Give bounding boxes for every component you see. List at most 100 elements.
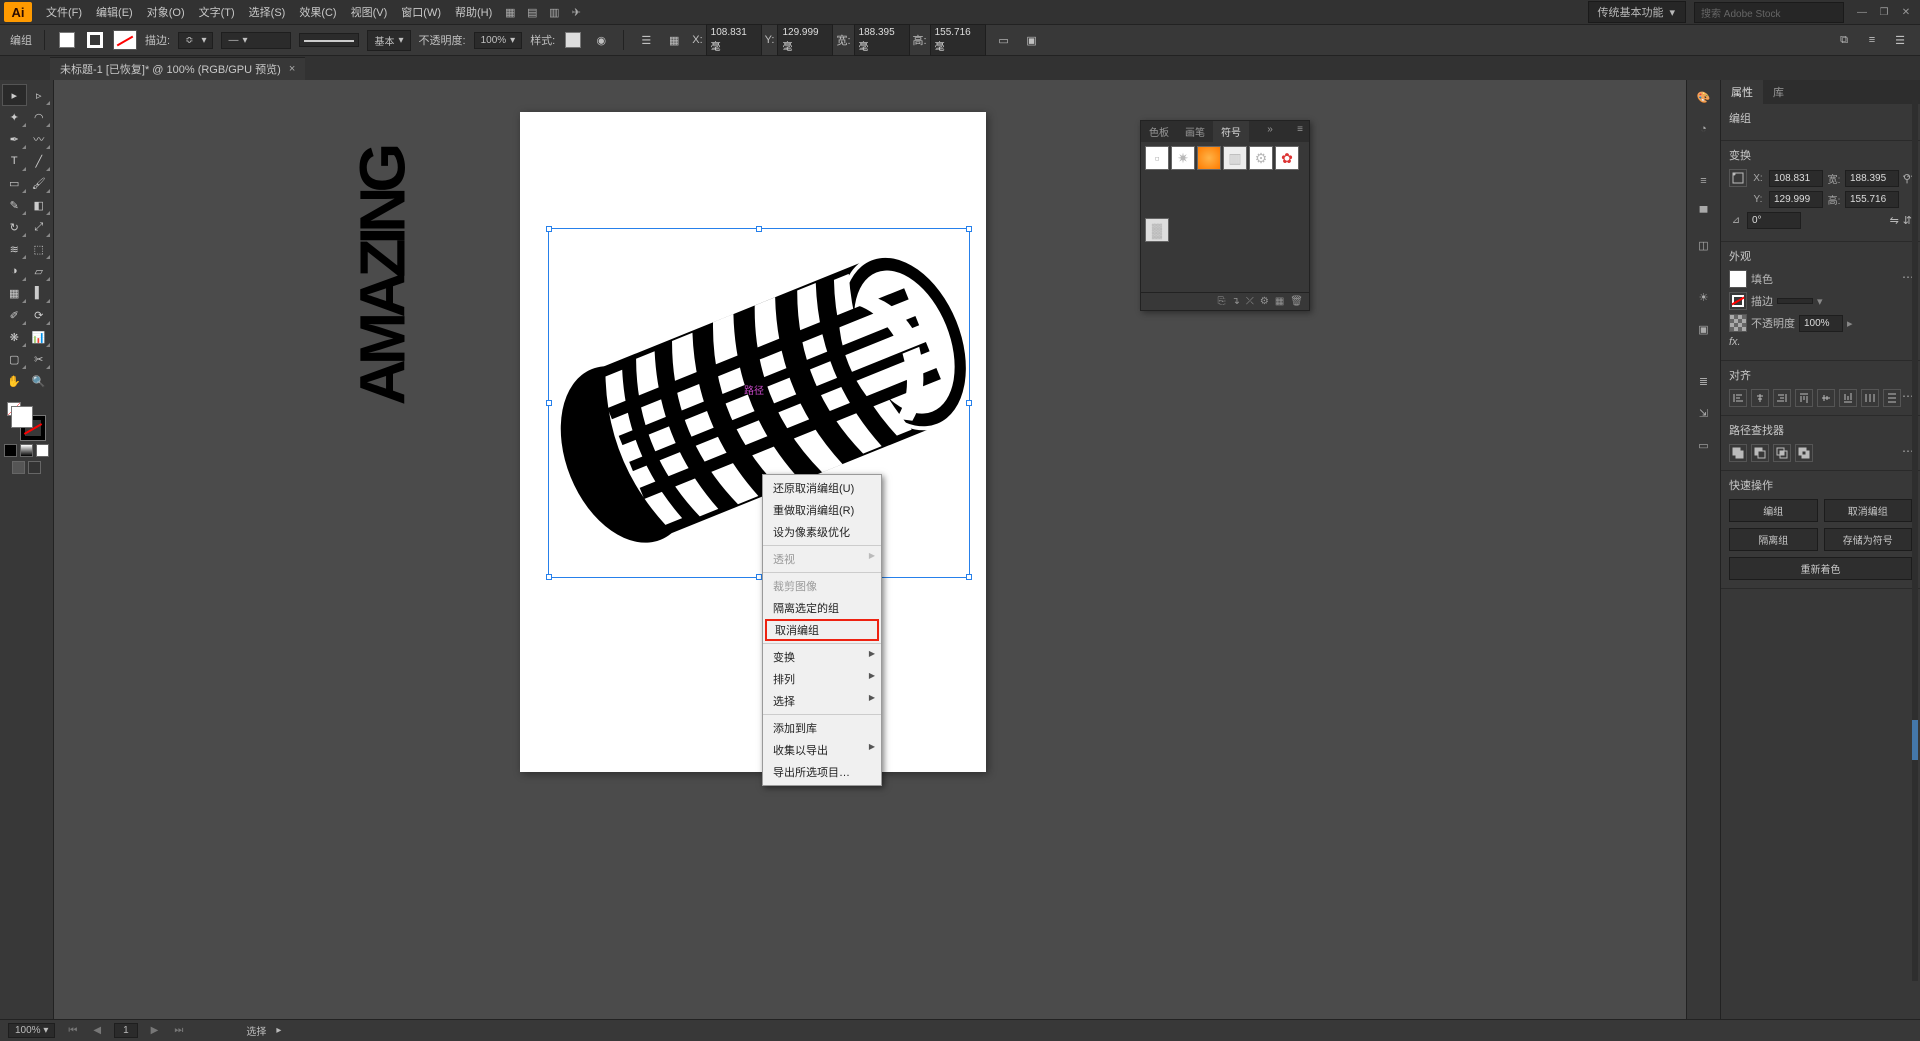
eyedropper-tool[interactable]: ✐ [2, 304, 27, 326]
opacity-icon[interactable] [1729, 314, 1747, 332]
break-link-icon[interactable]: ⤫ [1246, 296, 1254, 307]
dock-graphic-styles-icon[interactable]: ▣ [1693, 318, 1715, 340]
stroke-weight-field[interactable] [1777, 298, 1813, 304]
brush-preset[interactable]: 基本▾ [367, 30, 410, 51]
align-right-icon[interactable] [1773, 389, 1791, 407]
dock-asset-export-icon[interactable]: ⇲ [1693, 402, 1715, 424]
stroke-swatch[interactable] [85, 30, 105, 50]
symbol-options-icon[interactable]: ⚙ [1260, 296, 1269, 307]
fill-color-icon[interactable] [1729, 270, 1747, 288]
slice-tool[interactable]: ✂ [27, 348, 52, 370]
perspective-tool[interactable]: ▱ [27, 260, 52, 282]
free-transform-tool[interactable]: ⬚ [27, 238, 52, 260]
selection-bounding-box[interactable] [548, 228, 970, 578]
stroke-weight[interactable]: ≎▾ [178, 32, 213, 49]
properties-tab[interactable]: 属性 [1721, 80, 1763, 104]
shape-builder-tool[interactable]: ◑ [2, 260, 27, 282]
align-hcenter-icon[interactable] [1751, 389, 1769, 407]
place-symbol-icon[interactable]: ↴ [1231, 296, 1239, 307]
opacity-field-prop[interactable]: 100% [1799, 315, 1843, 332]
eraser-tool[interactable]: ◧ [27, 194, 52, 216]
panel-menu-icon[interactable]: ≡ [1291, 121, 1309, 142]
libraries-tab[interactable]: 库 [1763, 80, 1794, 104]
menu-view[interactable]: 视图(V) [345, 2, 394, 22]
type-tool[interactable]: T [2, 150, 27, 172]
prop-h[interactable]: 155.716 [1845, 191, 1899, 208]
align-vcenter-icon[interactable] [1817, 389, 1835, 407]
toolbar-icon-grid[interactable]: ▥ [544, 3, 564, 21]
pf-minus-front-icon[interactable] [1751, 444, 1769, 462]
shaper-tool[interactable]: ✎ [2, 194, 27, 216]
toolbar-icon-at[interactable]: ▦ [500, 3, 520, 21]
stroke-color-icon[interactable] [1729, 292, 1747, 310]
curvature-tool[interactable]: 〰 [27, 128, 52, 150]
qa-group[interactable]: 编组 [1729, 499, 1818, 522]
toolbar-icon-arrange[interactable]: ▤ [522, 3, 542, 21]
dock-artboards-icon[interactable]: ▭ [1693, 434, 1715, 456]
align-top-icon[interactable] [1795, 389, 1813, 407]
x-field[interactable]: 108.831 毫 [706, 24, 762, 56]
dock-color-guide-icon[interactable]: ◔ [1693, 118, 1715, 140]
artboard-next-icon[interactable]: ▶ [148, 1025, 162, 1036]
fill-swatch[interactable] [57, 30, 77, 50]
color-mode-solid[interactable] [4, 444, 17, 457]
dock-icon[interactable]: ≡ [1862, 30, 1882, 50]
artboard-last-icon[interactable]: ⏭ [171, 1025, 186, 1036]
lasso-tool[interactable]: ◠ [27, 106, 52, 128]
direct-selection-tool[interactable]: ▹ [27, 84, 51, 106]
flip-h-icon[interactable]: ⇋ [1890, 214, 1899, 227]
symbol-sprayer-tool[interactable]: ❋ [2, 326, 27, 348]
stroke-width-profile[interactable]: —▾ [221, 32, 291, 49]
ctx-arrange[interactable]: 排列 [763, 668, 881, 690]
prop-x[interactable]: 108.831 [1769, 170, 1823, 187]
color-mode-gradient[interactable] [20, 444, 33, 457]
ctx-redo-ungroup[interactable]: 重做取消编组(R) [763, 499, 881, 521]
symbol-thumb[interactable]: ✷ [1171, 146, 1195, 170]
selection-tool[interactable]: ▸ [2, 84, 27, 106]
ctx-collect-export[interactable]: 收集以导出 [763, 739, 881, 761]
panel-menu-icon[interactable]: ☰ [1890, 30, 1910, 50]
distribute-v-icon[interactable] [1883, 389, 1901, 407]
column-graph-tool[interactable]: 📊 [27, 326, 52, 348]
brush-def[interactable] [299, 33, 359, 47]
panel-tab-brushes[interactable]: 画笔 [1177, 121, 1213, 142]
toolbar-icon-send[interactable]: ✈ [566, 3, 586, 21]
menu-window[interactable]: 窗口(W) [395, 2, 447, 22]
color-mode-none[interactable] [36, 444, 49, 457]
menu-help[interactable]: 帮助(H) [449, 2, 498, 22]
prop-y[interactable]: 129.999 [1769, 191, 1823, 208]
menu-type[interactable]: 文字(T) [193, 2, 241, 22]
blend-tool[interactable]: ⟳ [27, 304, 52, 326]
ctx-pixel-perfect[interactable]: 设为像素级优化 [763, 521, 881, 543]
ctx-transform[interactable]: 变换 [763, 646, 881, 668]
panel-tab-symbols[interactable]: 符号 [1213, 121, 1249, 142]
no-fill-swatch[interactable] [113, 30, 137, 50]
artboard-number[interactable]: 1 [114, 1023, 138, 1038]
h-field[interactable]: 155.716 毫 [930, 24, 986, 56]
settings-icon[interactable]: ⧉ [1834, 30, 1854, 50]
prop-angle[interactable]: 0° [1747, 212, 1801, 229]
workspace-switcher[interactable]: 传统基本功能▾ [1588, 1, 1686, 23]
window-max-icon[interactable]: ❐ [1874, 4, 1894, 20]
pf-unite-icon[interactable] [1729, 444, 1747, 462]
artboard-prev-icon[interactable]: ◀ [90, 1025, 104, 1036]
symbol-thumb[interactable]: ▓ [1145, 218, 1169, 242]
qa-ungroup[interactable]: 取消编组 [1824, 499, 1913, 522]
w-field[interactable]: 188.395 毫 [854, 24, 910, 56]
window-close-icon[interactable]: ✕ [1896, 4, 1916, 20]
recolor-icon[interactable]: ◉ [591, 30, 611, 50]
canvas[interactable]: AMAZING [54, 80, 1686, 1019]
ctx-select[interactable]: 选择 [763, 690, 881, 712]
dock-color-icon[interactable]: 🎨 [1693, 86, 1715, 108]
dock-appearance-icon[interactable]: ☀ [1693, 286, 1715, 308]
symbol-thumb[interactable]: ✿ [1275, 146, 1299, 170]
zoom-tool[interactable]: 🔍 [27, 370, 52, 392]
symbols-panel[interactable]: 色板 画笔 符号 » ≡ ▫ ✷ ▥ ⚙ ✿ ▓ ⎘ ↴ ⤫ ⚙ ▦ [1140, 120, 1310, 311]
dock-gradient-icon[interactable]: ▀ [1693, 202, 1715, 224]
screen-mode-normal[interactable] [12, 461, 25, 474]
stock-search[interactable]: 搜索 Adobe Stock [1694, 2, 1844, 23]
window-min-icon[interactable]: — [1852, 4, 1872, 20]
ctx-add-lib[interactable]: 添加到库 [763, 717, 881, 739]
fill-stroke-swatches[interactable] [9, 404, 45, 440]
zoom-field[interactable]: 100% ▾ [8, 1023, 55, 1038]
